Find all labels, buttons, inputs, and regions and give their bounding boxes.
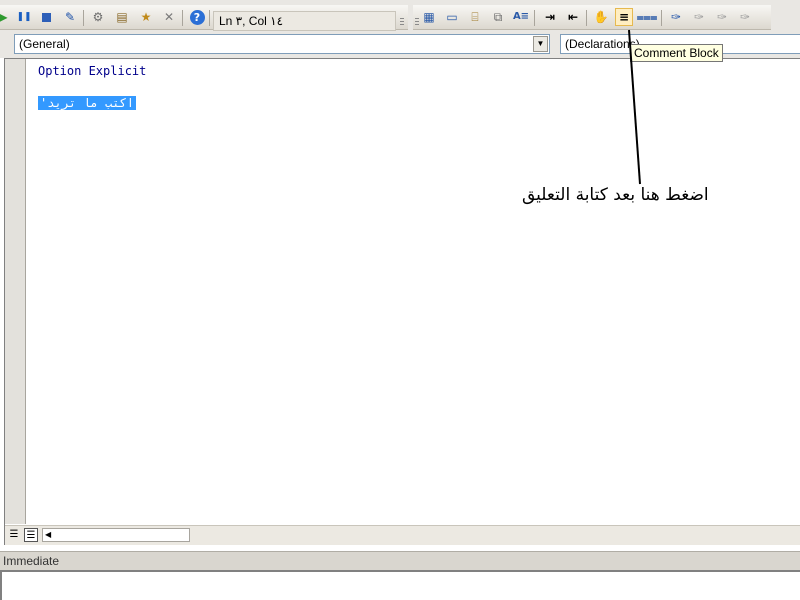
arabic-instruction-annotation: اضغط هنا بعد كتابة التعليق bbox=[522, 185, 709, 205]
indent-icon[interactable]: ⇥ bbox=[541, 8, 559, 26]
cursor-position-display: Ln ۳, Col ۱٤ bbox=[213, 11, 396, 31]
toolbar-separator bbox=[661, 10, 662, 26]
code-line: Option Explicit bbox=[38, 63, 146, 79]
toolbar-separator bbox=[83, 10, 84, 26]
list-constants-icon[interactable]: ▭ bbox=[443, 8, 461, 26]
previous-bookmark-icon[interactable]: ✑ bbox=[713, 8, 731, 26]
quick-info-icon[interactable]: ⌸ bbox=[466, 8, 484, 26]
toolbar-separator bbox=[182, 10, 183, 26]
toolbar: ▶ ❚❚ ✎ ⚙ ▤ ★ ✕ ? Ln ۳, Col ۱٤ ▦ ▭ ⌸ ⧉ A≡… bbox=[0, 0, 800, 34]
object-browser-icon[interactable]: ★ bbox=[137, 8, 155, 26]
code-editor[interactable] bbox=[4, 58, 800, 545]
immediate-window[interactable] bbox=[0, 570, 800, 600]
toolbox-icon[interactable]: ✕ bbox=[160, 8, 178, 26]
comment-block-icon[interactable]: ≡ bbox=[615, 8, 633, 26]
parameter-info-icon[interactable]: ⧉ bbox=[489, 8, 507, 26]
clear-bookmarks-icon[interactable]: ✑ bbox=[736, 8, 754, 26]
margin-indicator-bar[interactable] bbox=[5, 59, 26, 524]
pause-icon[interactable]: ❚❚ bbox=[15, 8, 33, 26]
code-window-bottom-bar: ☰ ☰ ◀ bbox=[5, 525, 800, 545]
project-explorer-icon[interactable]: ⚙ bbox=[89, 8, 107, 26]
toolbar-grip[interactable] bbox=[400, 18, 404, 26]
next-bookmark-icon[interactable]: ✑ bbox=[690, 8, 708, 26]
chevron-down-icon[interactable]: ▼ bbox=[533, 36, 548, 52]
scroll-left-icon[interactable]: ◀ bbox=[45, 530, 51, 539]
immediate-window-title: Immediate bbox=[0, 551, 800, 571]
run-icon[interactable]: ▶ bbox=[0, 8, 12, 26]
toolbar-grip[interactable] bbox=[415, 18, 419, 26]
toggle-breakpoint-icon[interactable]: ✋ bbox=[592, 8, 610, 26]
uncomment-block-icon[interactable]: ⩶ bbox=[637, 8, 658, 26]
complete-word-icon[interactable]: A≡ bbox=[512, 8, 530, 26]
toolbar-separator bbox=[209, 10, 210, 26]
toolbar-separator bbox=[586, 10, 587, 26]
stop-icon[interactable] bbox=[37, 8, 55, 26]
toggle-bookmark-icon[interactable]: ✑ bbox=[667, 8, 685, 26]
comment-block-tooltip: Comment Block bbox=[630, 44, 723, 62]
object-combo-value: (General) bbox=[19, 37, 70, 51]
selected-comment-text: 'اكتب ما تريد bbox=[38, 96, 136, 110]
code-text[interactable]: Option Explicit 'اكتب ما تريد bbox=[38, 63, 146, 111]
full-module-view-icon[interactable]: ☰ bbox=[24, 528, 38, 542]
object-combo[interactable]: (General) ▼ bbox=[14, 34, 550, 54]
help-icon[interactable]: ? bbox=[188, 8, 206, 26]
horizontal-scrollbar[interactable]: ◀ bbox=[42, 528, 190, 542]
edit-toolbar: ▦ ▭ ⌸ ⧉ A≡ ⇥ ⇤ ✋ ≡ ⩶ ✑ ✑ ✑ ✑ bbox=[413, 5, 771, 30]
procedure-view-icon[interactable]: ☰ bbox=[7, 528, 21, 542]
list-properties-icon[interactable]: ▦ bbox=[420, 8, 438, 26]
standard-toolbar: ▶ ❚❚ ✎ ⚙ ▤ ★ ✕ ? Ln ۳, Col ۱٤ bbox=[0, 5, 408, 31]
option-explicit-statement: Option Explicit bbox=[38, 64, 147, 78]
design-mode-icon[interactable]: ✎ bbox=[61, 8, 79, 26]
procedure-combo-value: (Declarations) bbox=[565, 37, 640, 51]
code-line: 'اكتب ما تريد bbox=[38, 95, 146, 111]
outdent-icon[interactable]: ⇤ bbox=[564, 8, 582, 26]
toolbar-separator bbox=[534, 10, 535, 26]
properties-icon[interactable]: ▤ bbox=[113, 8, 131, 26]
